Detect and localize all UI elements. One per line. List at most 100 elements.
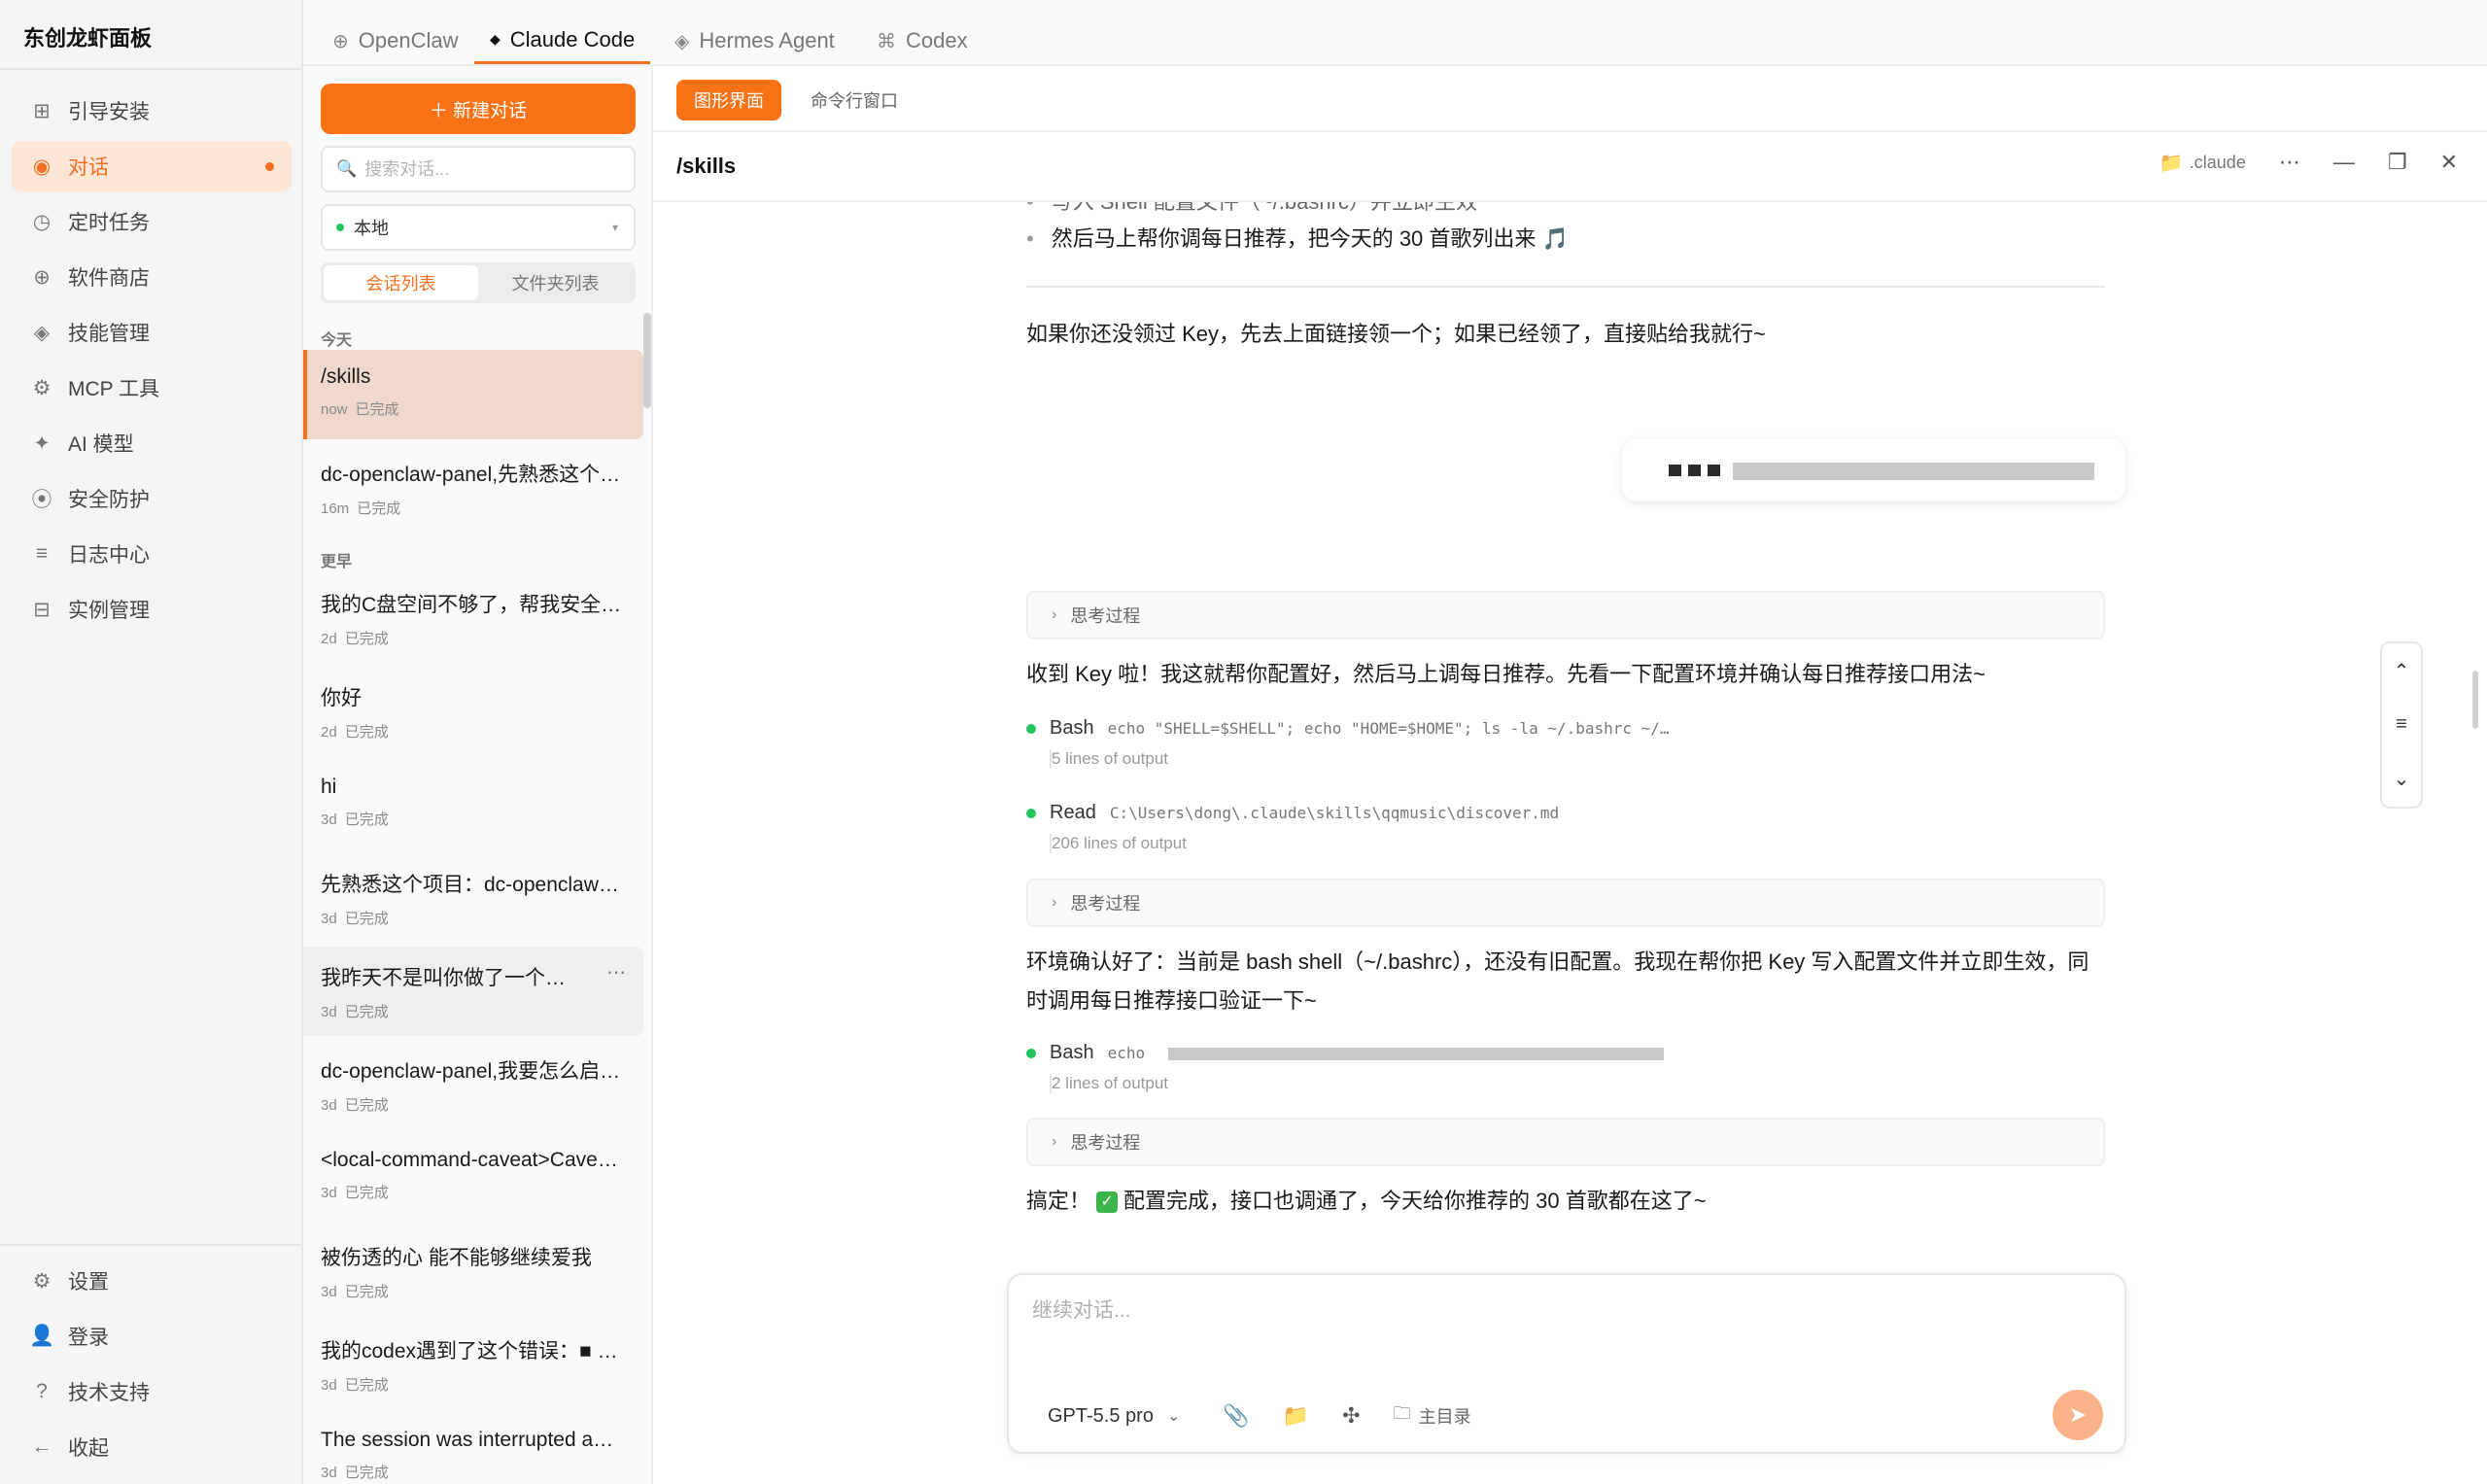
thinking-toggle[interactable]: › 思考过程 <box>1026 1118 2105 1166</box>
new-chat-button[interactable]: ＋ 新建对话 <box>321 84 636 134</box>
sidebar-item-store[interactable]: ⊕ 软件商店 <box>12 252 292 302</box>
shield-icon: ⦿ <box>31 489 52 511</box>
skills-icon: ◈ <box>33 321 51 344</box>
list-item[interactable]: 我昨天不是叫你做了一个音乐播放器 3d已完成 ⋯ <box>303 947 643 1036</box>
sidebar-item-label: 对话 <box>68 156 109 179</box>
redacted-text <box>1669 465 1681 476</box>
sidebar-item-mcp[interactable]: ⚙ MCP 工具 <box>12 362 292 413</box>
minimize-icon[interactable]: — <box>2333 150 2355 175</box>
help-icon: ? <box>36 1380 48 1402</box>
list-item[interactable]: 我的codex遇到了这个错误：■ stream error 3d已完成 <box>303 1320 643 1409</box>
session-tools: 📁 .claude ⋯ — ❐ ✕ <box>2159 150 2458 175</box>
chevron-down-icon: ⌄ <box>1166 1408 1181 1425</box>
tab-folder-list[interactable]: 文件夹列表 <box>478 265 633 300</box>
store-icon: ⊕ <box>33 265 51 289</box>
list-item[interactable]: The session was interrupted and resumed … <box>303 1413 643 1484</box>
tab-session-list[interactable]: 会话列表 <box>324 265 478 300</box>
sidebar-item-collapse[interactable]: ← 收起 <box>12 1422 292 1472</box>
sidebar-item-label: 设置 <box>68 1271 109 1294</box>
thinking-toggle[interactable]: › 思考过程 <box>1026 591 2105 639</box>
search-input[interactable] <box>364 158 618 180</box>
composer: GPT-5.5 pro ⌄ 📎 📁 ✣ 🗀 主目录 ➤ <box>1007 1273 2126 1454</box>
list-item[interactable]: 先熟悉这个项目：dc-openclaw-panel 3d 已完成 <box>303 853 643 943</box>
tool-call[interactable]: Read C:\Users\dong\.claude\skills\qqmusi… <box>1026 802 2105 853</box>
conv-title: 我的codex遇到了这个错误：■ stream error <box>321 1340 622 1363</box>
sidebar-item-label: 日志中心 <box>68 544 150 567</box>
directory-select[interactable]: 🗀 主目录 <box>1394 1401 1471 1431</box>
sidebar-item-logs[interactable]: ≡ 日志中心 <box>12 529 292 579</box>
sidebar-item-support[interactable]: ? 技术支持 <box>12 1366 292 1417</box>
list-item[interactable]: 你好 2d 已完成 <box>303 667 643 756</box>
thinking-toggle[interactable]: › 思考过程 <box>1026 879 2105 927</box>
scroll-up-icon[interactable]: ⌃ <box>2394 659 2410 683</box>
more-icon[interactable]: ⋯ <box>606 960 626 984</box>
conv-meta: 3d 已完成 <box>321 1097 389 1114</box>
conv-title: /skills <box>321 365 371 388</box>
redacted-text <box>1733 463 2094 480</box>
list-item[interactable]: 我的C盘空间不够了，帮我安全清理一下 2d已完成 <box>303 573 643 663</box>
thinking-label: 思考过程 <box>1070 606 1141 626</box>
chevron-right-icon: › <box>1052 606 1057 623</box>
sidebar-item-schedule[interactable]: ◷ 定时任务 <box>12 196 292 247</box>
restore-icon[interactable]: ❐ <box>2388 150 2407 175</box>
hermes-icon: ◈ <box>674 30 690 52</box>
sidebar-item-settings[interactable]: ⚙ 设置 <box>12 1256 292 1306</box>
message-input[interactable] <box>1032 1294 2101 1353</box>
thinking-label: 思考过程 <box>1070 894 1141 914</box>
grid-icon: ⊞ <box>33 99 51 122</box>
redacted-text <box>1168 1047 1665 1060</box>
assistant-message: 环境确认好了：当前是 bash shell（~/.bashrc），还没有旧配置。… <box>1026 949 2090 1013</box>
folder-outline-icon: 🗀 <box>1393 1403 1411 1423</box>
list-item[interactable]: /skills now 已完成 <box>303 350 643 439</box>
sidebar-item-label: 软件商店 <box>68 267 150 290</box>
list-icon[interactable]: ≡ <box>2396 713 2407 736</box>
close-icon[interactable]: ✕ <box>2440 150 2458 175</box>
tab-openclaw[interactable]: ⊕ OpenClaw <box>332 17 458 64</box>
tool-call[interactable]: Bash echo 2 lines of output <box>1026 1042 2105 1093</box>
tool-icon: ⚙ <box>32 376 52 399</box>
sidebar-item-login[interactable]: 👤 登录 <box>12 1311 292 1362</box>
conv-meta: 2d 已完成 <box>321 631 389 647</box>
conversation-panel: ＋ 新建对话 🔍 本地 ▾ 会话列表 文件夹列表 今天 /skills now已… <box>303 66 653 1484</box>
sidebar-item-security[interactable]: ⦿ 安全防护 <box>12 473 292 524</box>
sidebar-item-ai-model[interactable]: ✦ AI 模型 <box>12 418 292 468</box>
conv-list-scrollbar[interactable] <box>643 313 651 408</box>
conv-meta: now 已完成 <box>321 401 399 418</box>
more-icon[interactable]: ⋯ <box>2279 150 2300 175</box>
model-select[interactable]: GPT-5.5 pro ⌄ <box>1048 1405 1180 1428</box>
list-mode-switch: 会话列表 文件夹列表 <box>321 262 636 303</box>
list-item[interactable]: hi 3d 已完成 <box>303 760 643 849</box>
scroll-down-icon[interactable]: ⌄ <box>2394 767 2410 791</box>
mode-gui-button[interactable]: 图形界面 <box>676 80 781 121</box>
plugin-icon[interactable]: ✣ <box>1342 1403 1360 1429</box>
send-button[interactable]: ➤ <box>2053 1390 2103 1440</box>
folder-tag[interactable]: 📁 .claude <box>2159 151 2246 175</box>
group-label-today: 今天 <box>321 332 353 349</box>
status-dot <box>336 224 344 231</box>
group-label-earlier: 更早 <box>321 554 353 570</box>
list-item[interactable]: <local-command-caveat>Caveat: The messag… <box>303 1133 643 1223</box>
list-item[interactable]: dc-openclaw-panel,我要怎么启动它 3d 已完成 <box>303 1040 643 1129</box>
tab-claude-code[interactable]: ◆ Claude Code <box>474 17 651 64</box>
sidebar-item-label: MCP 工具 <box>68 378 160 400</box>
tool-command: echo "SHELL=$SHELL"; echo "HOME=$HOME"; … <box>1107 719 1670 738</box>
attach-icon[interactable]: 📎 <box>1223 1403 1249 1429</box>
tab-codex[interactable]: ⌘ Codex <box>877 17 968 64</box>
instance-icon: ⊟ <box>33 598 51 621</box>
folder-icon[interactable]: 📁 <box>1283 1403 1309 1429</box>
sidebar-item-instances[interactable]: ⊟ 实例管理 <box>12 584 292 635</box>
mode-cli-button[interactable]: 命令行窗口 <box>793 80 915 121</box>
list-item[interactable]: 被伤透的心 能不能够继续爱我 3d 已完成 <box>303 1226 643 1316</box>
sidebar-item-guide[interactable]: ⊞ 引导安装 <box>12 86 292 136</box>
sidebar-item-chat[interactable]: ◉ 对话 <box>12 141 292 191</box>
env-select[interactable]: 本地 ▾ <box>321 204 636 251</box>
tab-label: OpenClaw <box>358 28 459 52</box>
tool-call[interactable]: Bash echo "SHELL=$SHELL"; echo "HOME=$HO… <box>1026 717 2105 769</box>
list-item: 写入 Shell 配置文件（~/.bashrc）并立即生效 <box>1026 202 1477 216</box>
tool-name: Bash <box>1050 717 1094 739</box>
chat-scrollbar[interactable] <box>2472 671 2478 729</box>
tab-hermes-agent[interactable]: ◈ Hermes Agent <box>674 17 835 64</box>
composer-toolbar: GPT-5.5 pro ⌄ 📎 📁 ✣ 🗀 主目录 <box>1048 1401 1471 1431</box>
sidebar-item-skills[interactable]: ◈ 技能管理 <box>12 307 292 358</box>
list-item[interactable]: dc-openclaw-panel,先熟悉这个项目 16m 已完成 <box>303 443 643 533</box>
